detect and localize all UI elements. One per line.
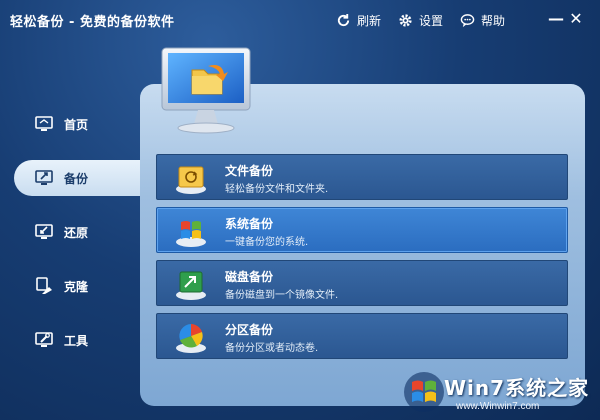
gear-icon: [399, 13, 412, 27]
sidebar-item-clone[interactable]: 克隆: [14, 268, 140, 304]
row-desc: 一键备份您的系统.: [225, 237, 309, 248]
app-title: 轻松备份 - 免费的备份软件: [10, 15, 175, 30]
refresh-button[interactable]: 刷新: [336, 10, 381, 30]
file-backup-row[interactable]: 文件备份 轻松备份文件和文件夹.: [156, 154, 568, 200]
minimize-button[interactable]: —: [546, 8, 566, 30]
system-backup-row[interactable]: 系统备份 一键备份您的系统.: [156, 207, 568, 253]
clone-icon: [36, 277, 52, 294]
row-title: 系统备份: [225, 217, 274, 231]
sidebar-item-label: 克隆: [64, 279, 89, 294]
help-label: 帮助: [481, 13, 506, 28]
sidebar-item-label: 工具: [64, 333, 89, 348]
backup-monitor-illustration-icon: [161, 47, 251, 134]
help-bubble-icon: [460, 13, 475, 27]
watermark-brand: Win7系统之家: [444, 376, 590, 400]
row-desc: 轻松备份文件和文件夹.: [225, 184, 329, 195]
partition-backup-row[interactable]: 分区备份 备份分区或者动态卷.: [156, 313, 568, 359]
sidebar-item-restore[interactable]: 还原: [14, 214, 140, 250]
tools-icon: [35, 332, 53, 347]
sidebar-item-label: 备份: [64, 171, 89, 186]
app-window: 轻松备份 - 免费的备份软件 刷新 设置 帮助 — ✕ 首页 备份 还原 克隆 …: [0, 0, 600, 420]
sidebar-item-label: 首页: [64, 117, 89, 132]
sidebar-item-tools[interactable]: 工具: [14, 322, 140, 358]
sidebar-item-label: 还原: [64, 225, 89, 240]
row-title: 文件备份: [225, 164, 274, 178]
sidebar-item-backup[interactable]: 备份: [14, 160, 160, 196]
watermark-url: www.Winwin7.com: [456, 401, 540, 412]
close-button[interactable]: ✕: [566, 8, 586, 30]
backup-monitor-icon: [35, 170, 53, 185]
settings-label: 设置: [419, 13, 444, 28]
refresh-label: 刷新: [357, 13, 382, 28]
help-button[interactable]: 帮助: [460, 10, 505, 30]
title-bar: 轻松备份 - 免费的备份软件 刷新 设置 帮助 — ✕: [0, 0, 600, 40]
row-desc: 备份磁盘到一个镜像文件.: [225, 290, 339, 301]
row-title: 分区备份: [225, 323, 274, 337]
disk-backup-icon: [176, 271, 206, 300]
home-monitor-icon: [35, 116, 53, 131]
sidebar-item-home[interactable]: 首页: [14, 106, 140, 142]
refresh-icon: [337, 13, 350, 26]
partition-backup-icon: [176, 324, 206, 353]
disk-backup-row[interactable]: 磁盘备份 备份磁盘到一个镜像文件.: [156, 260, 568, 306]
file-backup-icon: [176, 166, 206, 194]
restore-monitor-icon: [35, 224, 53, 239]
row-title: 磁盘备份: [225, 270, 274, 284]
system-backup-icon: [176, 221, 206, 247]
settings-button[interactable]: 设置: [398, 10, 443, 30]
row-desc: 备份分区或者动态卷.: [225, 343, 319, 354]
